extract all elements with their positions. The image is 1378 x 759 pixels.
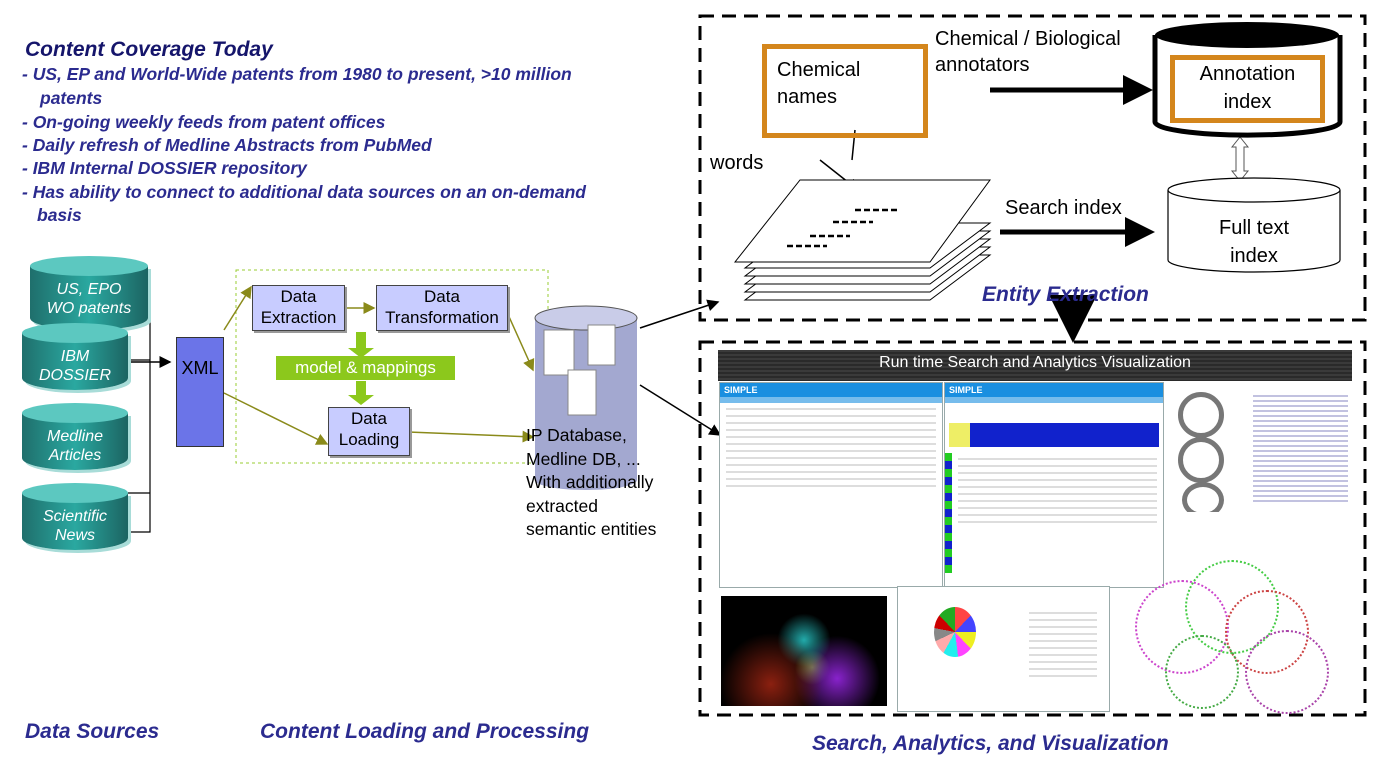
- box-label: names: [777, 86, 838, 108]
- model-mappings-bar: model & mappings: [276, 356, 455, 380]
- app-header: SIMPLE: [720, 383, 942, 397]
- label-line: Annotation: [1199, 63, 1296, 85]
- data-loading-box: Data Loading: [328, 407, 410, 456]
- box-label: Data: [424, 287, 460, 306]
- source-label: Articles: [48, 447, 102, 464]
- box-label: Loading: [338, 430, 400, 449]
- label-line: index: [1230, 245, 1278, 267]
- source-us-epo-patents: US, EPO WO patents: [30, 256, 148, 330]
- words-label: words: [710, 152, 764, 174]
- data-transformation-box: Data Transformation: [376, 285, 508, 331]
- caption-line: IP Database,: [526, 425, 627, 445]
- label-line: index: [1223, 91, 1272, 113]
- entity-extraction-title: Entity Extraction: [982, 283, 1149, 306]
- search-analytics-label: Search, Analytics, and Visualization: [812, 732, 1169, 755]
- annotators-label: Chemical / Biological annotators: [935, 26, 1121, 78]
- source-label: Medline: [46, 428, 104, 445]
- box-label: Transformation: [385, 308, 499, 327]
- box-label: Chemical: [777, 59, 861, 81]
- screenshot-cluster-pie: [897, 586, 1110, 712]
- box-label: Data: [280, 287, 317, 306]
- caption-line: semantic entities: [526, 519, 657, 539]
- visualization-banner: Run time Search and Analytics Visualizat…: [718, 350, 1352, 381]
- source-label: Scientific: [42, 508, 108, 525]
- data-sources-label: Data Sources: [25, 720, 160, 743]
- slide: Content Coverage Today - US, EP and Worl…: [0, 0, 1378, 759]
- source-label: WO patents: [46, 300, 132, 317]
- label-line: Chemical / Biological: [935, 28, 1121, 50]
- box-label: Data: [351, 409, 387, 428]
- app-header: SIMPLE: [945, 383, 1163, 397]
- document-pages-icon: [733, 179, 992, 301]
- source-label: US, EPO: [56, 281, 122, 298]
- source-scientific-news: Scientific News: [22, 483, 128, 550]
- chemical-names-box: Chemical names: [762, 44, 928, 138]
- scatter-visualization: [721, 596, 887, 706]
- full-text-index-label: Full text index: [1168, 214, 1340, 270]
- caption-line: With additionally: [526, 472, 654, 492]
- screenshot-chemical-structures: [1168, 382, 1352, 512]
- source-ibm-dossier: IBM DOSSIER: [22, 323, 128, 390]
- caption-line: Medline DB, ...: [526, 448, 641, 469]
- source-label: IBM: [60, 348, 90, 365]
- content-loading-label: Content Loading and Processing: [260, 720, 590, 743]
- source-label: News: [54, 527, 95, 544]
- source-label: DOSSIER: [38, 367, 111, 384]
- loading-to-db: [407, 430, 535, 443]
- search-index-label: Search index: [1005, 197, 1122, 219]
- annotation-index-label: Annotation index: [1170, 55, 1325, 123]
- xml-label: XML: [181, 358, 219, 378]
- caption-line: extracted: [526, 495, 598, 516]
- data-extraction-box: Data Extraction: [252, 285, 345, 331]
- box-label: Extraction: [260, 308, 337, 327]
- screenshot-claims-originality: SIMPLE: [719, 382, 943, 588]
- label-line: Full text: [1218, 217, 1290, 239]
- network-graph-visualization: [1115, 540, 1355, 714]
- xml-document: XML: [176, 337, 224, 447]
- database-caption: IP Database, Medline DB, ... With additi…: [526, 424, 656, 542]
- label-line: annotators: [935, 54, 1030, 76]
- source-medline-articles: Medline Articles: [22, 403, 128, 470]
